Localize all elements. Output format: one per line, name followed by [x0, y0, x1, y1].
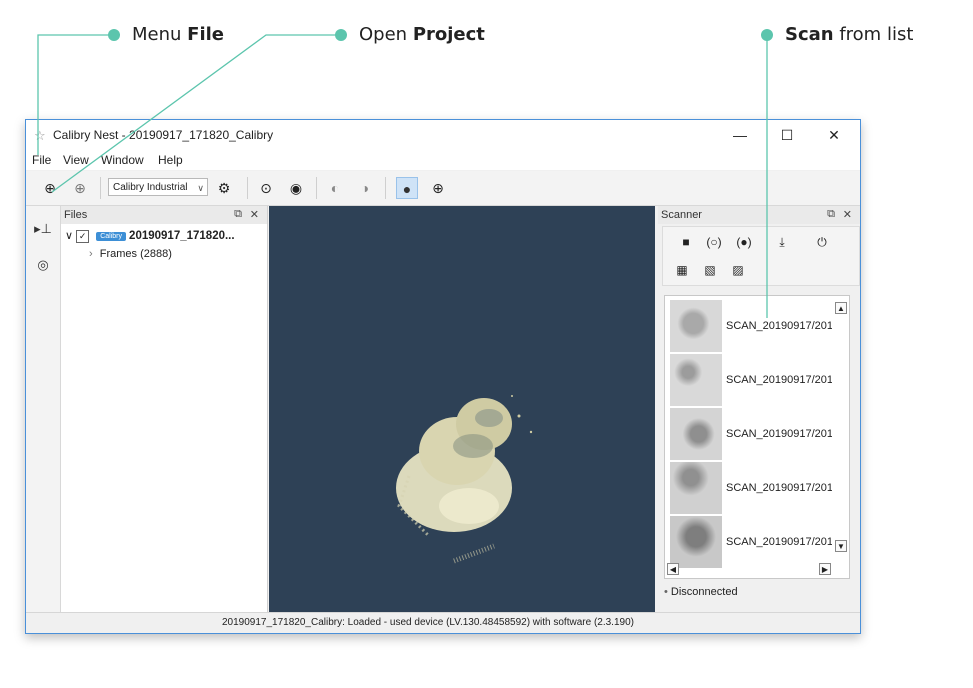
open-project-icon[interactable]: ⊕ — [39, 177, 61, 199]
scan-list-item[interactable]: SCAN_20190917/201 — [670, 300, 848, 352]
scanner-connection-status: • Disconnected — [664, 586, 738, 598]
close-button[interactable]: ✕ — [814, 124, 854, 146]
scan-thumbnail — [670, 300, 722, 352]
power-icon[interactable]: ⏻ — [811, 231, 833, 253]
open-project-callout: Open Project — [359, 24, 485, 45]
scan-name: SCAN_20190917/201 — [726, 482, 832, 494]
scanner-toolbar: ■ (○) (●) ⤓ ⏻ ▦ ▧ ▨ — [662, 226, 860, 286]
float-panel-icon[interactable]: ⧉ — [827, 208, 835, 221]
scroll-right-arrow-icon[interactable]: ▶ — [819, 563, 831, 575]
toolbar-separator — [316, 177, 317, 199]
app-window: ☆ Calibry Nest - 20190917_171820_Calibry… — [25, 119, 861, 634]
play-options-icon[interactable]: ⊙ — [255, 177, 277, 199]
scan-from-list-callout: Scan from list — [785, 24, 914, 45]
device-select-value: Calibry Industrial — [113, 182, 188, 193]
menu-file-callout: Menu File — [132, 24, 224, 45]
scan-list[interactable]: SCAN_20190917/201 SCAN_20190917/201 SCAN… — [664, 295, 850, 579]
menu-window[interactable]: Window — [101, 153, 144, 167]
frames-label: Frames (2888) — [99, 248, 172, 260]
close-panel-icon[interactable]: ✕ — [250, 208, 259, 221]
3d-viewport[interactable] — [269, 206, 655, 612]
menu-view[interactable]: View — [63, 153, 89, 167]
scroll-left-arrow-icon[interactable]: ◀ — [667, 563, 679, 575]
menu-file-callout-dot — [108, 29, 120, 41]
scan-list-horizontal-scrollbar[interactable]: ◀ ▶ — [667, 562, 847, 576]
scanner-panel-title: Scanner — [661, 209, 702, 221]
scan-list-item[interactable]: SCAN_20190917/201 — [670, 354, 848, 406]
files-panel-header: Files ⧉ ✕ — [61, 206, 267, 224]
navigate-tool-icon[interactable]: ▸⊥ — [32, 218, 54, 240]
camera-tool-icon[interactable]: ◎ — [32, 254, 54, 276]
status-dot-icon: • — [664, 586, 668, 598]
files-panel: Files ⧉ ✕ ∨ ✓ Calibry 20190917_171820...… — [61, 206, 268, 612]
scanner-panel-header: Scanner ⧉ ✕ — [658, 206, 860, 224]
point-cloud-model — [396, 395, 533, 564]
preview-scan-icon[interactable]: (○) — [701, 231, 727, 253]
settings-gear-icon[interactable]: ⚙ — [213, 177, 235, 199]
solid-sphere-icon[interactable]: ● — [396, 177, 418, 199]
scan-list-item[interactable]: SCAN_20190917/201 — [670, 516, 848, 568]
scan-thumbnail — [670, 516, 722, 568]
expand-arrow-icon[interactable]: › — [89, 248, 93, 260]
device-select[interactable]: Calibry Industrial ∨ — [108, 178, 208, 196]
grid-view-icon[interactable]: ▦ — [671, 259, 693, 281]
scan-from-list-callout-dot — [761, 29, 773, 41]
project-checkbox[interactable]: ✓ — [76, 229, 90, 243]
left-tool-strip: ▸⊥ ◎ — [26, 206, 61, 612]
chevron-down-icon: ∨ — [197, 183, 204, 193]
connection-status-text: Disconnected — [670, 586, 738, 598]
scroll-up-arrow-icon[interactable]: ▲ — [835, 302, 847, 314]
stop-icon[interactable]: ■ — [675, 231, 697, 253]
window-title: Calibry Nest - 20190917_171820_Calibry — [53, 128, 274, 142]
app-logo-icon: ☆ — [34, 128, 46, 143]
menu-bar: File View Window Help — [26, 150, 860, 170]
menu-file[interactable]: File — [32, 153, 51, 167]
scan-name: SCAN_20190917/201 — [726, 428, 832, 440]
scan-thumbnail — [670, 354, 722, 406]
toolbar-separator — [247, 177, 248, 199]
main-toolbar: ⊕ ⊕ Calibry Industrial ∨ ⚙ ⊙ ◉ ◐ ◑ ● ⊕ — [26, 171, 860, 206]
shading-icon[interactable]: ◑ — [354, 177, 376, 199]
scan-thumbnail — [670, 462, 722, 514]
menu-help[interactable]: Help — [158, 153, 183, 167]
status-bar-text: 20190917_171820_Calibry: Loaded - used d… — [222, 617, 634, 628]
wireframe-sphere-icon[interactable]: ⊕ — [427, 177, 449, 199]
files-panel-title: Files — [64, 209, 88, 221]
float-panel-icon[interactable]: ⧉ — [234, 208, 242, 221]
frames-tree-row[interactable]: › Frames (2888) — [89, 248, 172, 260]
open-project-callout-dot — [335, 29, 347, 41]
maximize-button[interactable]: ☐ — [767, 124, 807, 146]
project-tree-row[interactable]: ∨ ✓ Calibry 20190917_171820... — [65, 229, 235, 243]
status-bar: 20190917_171820_Calibry: Loaded - used d… — [26, 612, 860, 633]
expand-chevron-icon[interactable]: ∨ — [65, 230, 73, 242]
download-icon[interactable]: ⤓ — [771, 231, 793, 253]
scan-list-item[interactable]: SCAN_20190917/201 — [670, 462, 848, 514]
close-panel-icon[interactable]: ✕ — [843, 208, 852, 221]
title-bar: ☆ Calibry Nest - 20190917_171820_Calibry… — [26, 120, 860, 150]
scan-name: SCAN_20190917/201 — [726, 536, 832, 548]
project-name: 20190917_171820... — [129, 230, 235, 242]
scanner-panel: Scanner ⧉ ✕ ■ (○) (●) ⤓ ⏻ ▦ ▧ ▨ SCAN_201… — [658, 206, 860, 612]
minimize-button[interactable]: — — [720, 124, 760, 146]
record-scan-icon[interactable]: (●) — [731, 231, 757, 253]
texture-view-icon[interactable]: ▧ — [699, 259, 721, 281]
save-project-icon[interactable]: ⊕ — [69, 177, 91, 199]
play-icon[interactable]: ◉ — [285, 177, 307, 199]
toolbar-separator — [100, 177, 101, 199]
scan-list-vertical-scrollbar[interactable]: ▲ ▼ — [835, 302, 847, 552]
project-badge: Calibry — [96, 231, 126, 241]
scan-list-item[interactable]: SCAN_20190917/201 — [670, 408, 848, 460]
scroll-down-arrow-icon[interactable]: ▼ — [835, 540, 847, 552]
toolbar-separator — [385, 177, 386, 199]
scan-name: SCAN_20190917/201 — [726, 374, 832, 386]
scan-name: SCAN_20190917/201 — [726, 320, 832, 332]
scan-thumbnail — [670, 408, 722, 460]
image-view-icon[interactable]: ▨ — [727, 259, 749, 281]
shading-options-icon[interactable]: ◐ — [324, 177, 346, 199]
